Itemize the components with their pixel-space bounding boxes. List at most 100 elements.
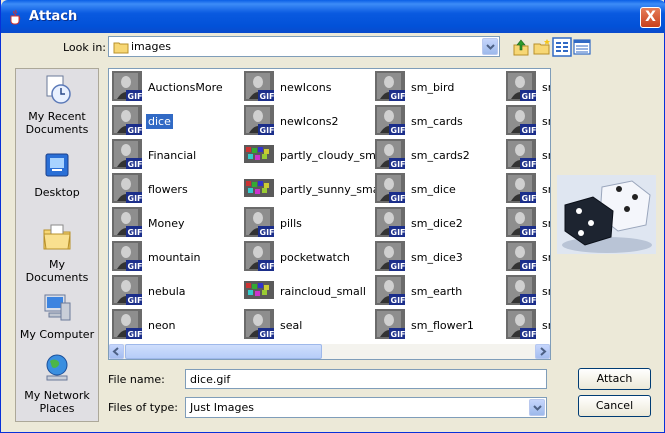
file-item[interactable]: GIF sm_cards	[375, 105, 503, 135]
file-item[interactable]: GIF sm_dice2	[375, 207, 503, 237]
file-item[interactable]: GIF sm	[506, 241, 550, 271]
attach-button[interactable]: Attach	[578, 368, 651, 390]
file-item[interactable]: GIF sm_earth	[375, 275, 503, 305]
file-item[interactable]: GIF Financial	[112, 139, 240, 169]
file-item-label: Money	[148, 217, 185, 230]
scroll-right-button[interactable]	[535, 344, 550, 359]
file-item[interactable]: GIF sm	[506, 139, 550, 169]
gif-thumbnail-icon: GIF	[112, 207, 142, 237]
file-list[interactable]: GIF AuctionsMore GIF dice GIF Financial GIF flo…	[108, 68, 551, 360]
svg-text:GIF: GIF	[128, 194, 143, 203]
svg-text:GIF: GIF	[260, 92, 275, 101]
file-item[interactable]: GIF newIcons	[244, 71, 372, 101]
file-item[interactable]: partly_cloudy_small	[244, 139, 389, 169]
svg-text:GIF: GIF	[128, 262, 143, 271]
file-item-label: nebula	[148, 285, 186, 298]
svg-text:GIF: GIF	[522, 330, 537, 339]
file-item[interactable]: GIF sm	[506, 71, 550, 101]
svg-text:GIF: GIF	[128, 228, 143, 237]
my-documents-icon	[43, 224, 71, 250]
scroll-thumb[interactable]	[125, 344, 322, 359]
file-item[interactable]: raincloud_small	[244, 275, 372, 305]
place-label: My Documents	[25, 258, 89, 284]
place-recent-documents[interactable]: My Recent Documents	[16, 73, 98, 136]
svg-text:GIF: GIF	[260, 126, 275, 135]
file-item[interactable]: GIF sm_dice3	[375, 241, 503, 271]
file-item-label: sm_cards	[411, 115, 463, 128]
place-network-places[interactable]: My Network Places	[16, 352, 98, 415]
up-one-level-icon[interactable]	[511, 37, 531, 57]
file-item[interactable]: GIF sm	[506, 275, 550, 305]
file-item-label: sm_earth	[411, 285, 463, 298]
file-item-label: sm	[542, 149, 550, 162]
places-bar: My Recent Documents Desktop My Documents	[15, 68, 99, 422]
gif-thumbnail-icon: GIF	[244, 241, 274, 271]
file-item[interactable]: GIF sm	[506, 105, 550, 135]
file-item[interactable]: GIF sm_cards2	[375, 139, 503, 169]
file-item[interactable]: GIF Money	[112, 207, 240, 237]
file-item-label: newIcons2	[280, 115, 339, 128]
file-item[interactable]: GIF sm	[506, 173, 550, 203]
svg-text:GIF: GIF	[128, 126, 143, 135]
file-item[interactable]: GIF nebula	[112, 275, 240, 305]
file-item-label: sm	[542, 251, 550, 264]
look-in-value: images	[131, 40, 171, 53]
window-title: Attach	[29, 9, 78, 24]
horizontal-scrollbar[interactable]	[109, 344, 550, 359]
file-item[interactable]: GIF sm_flower1	[375, 309, 503, 339]
gif-thumbnail-icon: GIF	[506, 241, 536, 271]
place-label: Desktop	[34, 186, 80, 199]
svg-text:GIF: GIF	[522, 92, 537, 101]
place-my-documents[interactable]: My Documents	[16, 221, 98, 284]
file-type-dropdown-button[interactable]	[529, 399, 545, 416]
look-in-label: Look in:	[63, 41, 106, 54]
svg-text:GIF: GIF	[391, 262, 406, 271]
gif-thumbnail-icon: GIF	[506, 275, 536, 305]
file-item[interactable]: GIF sm	[506, 207, 550, 237]
look-in-combo[interactable]: images	[108, 36, 500, 57]
title-bar[interactable]: Attach X	[1, 0, 665, 33]
file-item[interactable]: GIF dice	[112, 105, 240, 135]
file-item-label: sm	[542, 115, 550, 128]
file-item-label: sm	[542, 81, 550, 94]
file-item[interactable]: GIF neon	[112, 309, 240, 339]
svg-text:GIF: GIF	[391, 126, 406, 135]
cancel-button[interactable]: Cancel	[578, 395, 651, 417]
place-label: My Network Places	[24, 389, 90, 415]
file-item-label: sm_bird	[411, 81, 455, 94]
file-item-label: sm_dice3	[411, 251, 463, 264]
gif-thumbnail-icon: GIF	[244, 309, 274, 339]
file-name-field[interactable]: dice.gif	[185, 369, 547, 389]
file-item[interactable]: GIF pills	[244, 207, 372, 237]
look-in-dropdown-button[interactable]	[482, 38, 498, 55]
file-item-label: sm_dice2	[411, 217, 463, 230]
gif-thumbnail-icon: GIF	[506, 207, 536, 237]
network-places-icon	[46, 354, 68, 381]
place-my-computer[interactable]: My Computer	[16, 291, 98, 341]
file-item[interactable]: GIF newIcons2	[244, 105, 372, 135]
file-item[interactable]: GIF AuctionsMore	[112, 71, 240, 101]
file-item[interactable]: GIF pocketwatch	[244, 241, 372, 271]
file-item[interactable]: partly_sunny_small	[244, 173, 386, 203]
file-item[interactable]: GIF seal	[244, 309, 372, 339]
file-item[interactable]: GIF sm_bird	[375, 71, 503, 101]
file-type-combo[interactable]: Just Images	[185, 397, 547, 418]
gif-thumbnail-icon: GIF	[244, 105, 274, 135]
scroll-left-button[interactable]	[109, 344, 124, 359]
file-item[interactable]: GIF mountain	[112, 241, 240, 271]
folder-icon	[113, 42, 129, 54]
file-item[interactable]: GIF flowers	[112, 173, 240, 203]
svg-text:GIF: GIF	[522, 296, 537, 305]
file-item[interactable]: GIF sm_dice	[375, 173, 503, 203]
place-desktop[interactable]: Desktop	[16, 149, 98, 199]
png-thumbnail-icon	[244, 179, 274, 197]
svg-text:GIF: GIF	[128, 160, 143, 169]
file-item-label: pills	[280, 217, 302, 230]
svg-text:GIF: GIF	[391, 296, 406, 305]
close-button[interactable]: X	[640, 7, 661, 28]
details-view-icon[interactable]	[572, 37, 592, 57]
file-item-label: sm	[542, 285, 550, 298]
file-item[interactable]: GIF sm	[506, 309, 550, 339]
list-view-icon[interactable]	[552, 37, 572, 57]
new-folder-icon[interactable]	[532, 37, 552, 57]
